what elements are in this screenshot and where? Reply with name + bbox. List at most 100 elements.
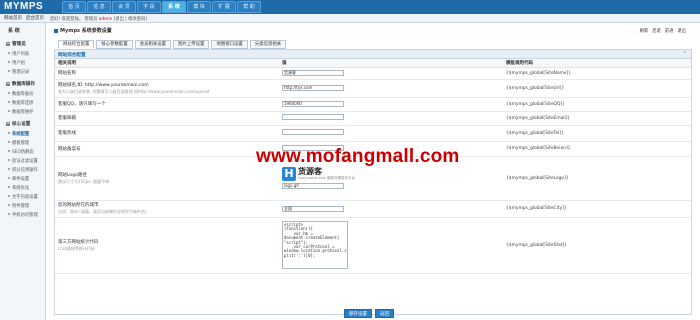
setting-input[interactable]: http://tyx.com bbox=[282, 85, 344, 91]
setting-description: 客服QQ，请只填写一个 bbox=[55, 97, 279, 112]
sidebar-item[interactable]: 用户列表 bbox=[0, 49, 45, 58]
logo-letter-icon: H bbox=[282, 167, 296, 181]
template-code: {$mymps_global[SiteTel]} bbox=[503, 125, 691, 142]
setting-value-cell: 5984000 bbox=[279, 97, 503, 112]
header-link[interactable]: 退出 bbox=[677, 29, 686, 34]
sidebar-group-header[interactable]: 管理员 bbox=[0, 36, 45, 49]
sidebar-item[interactable]: 附件管理 bbox=[0, 201, 45, 210]
collapse-icon[interactable] bbox=[6, 122, 10, 126]
template-code: {$mymps_global[SiteCity]} bbox=[503, 200, 691, 218]
logo-tagline: 微商货源发布平台 bbox=[327, 176, 355, 180]
sub-bar: 网站首页 后台首页 您好! 欢迎登陆。 管理员 admin [退出 | 修改密码… bbox=[0, 14, 700, 23]
header-row: Mymps 系统参数设置 刷新 后退 前进 退出 bbox=[50, 26, 690, 35]
table-header-row: 相关说明 值 模板调用代码 bbox=[55, 59, 691, 68]
setting-hint: 建议尺寸为150px, 图要不带 bbox=[58, 178, 110, 184]
top-nav-tab[interactable]: 字 段 bbox=[137, 1, 161, 13]
template-code: {$mymps_global[SiteBeian]} bbox=[503, 141, 691, 157]
sidebar-item[interactable]: 数据库备份 bbox=[0, 89, 45, 98]
column-header-value: 值 bbox=[279, 59, 503, 68]
sidebar-item[interactable]: 数据库还原 bbox=[0, 98, 45, 107]
sidebar-item[interactable]: 数据库维护 bbox=[0, 107, 45, 116]
table-row: 您的网站所在的城市 比如：郑州 (请填，请用当前城市全称作为城市名) 全国 {$mym… bbox=[55, 200, 691, 218]
sidebar-item[interactable]: 系统优化 bbox=[0, 183, 45, 192]
setting-input[interactable]: logo.gif bbox=[282, 183, 344, 189]
setting-description: 网站名称 bbox=[55, 67, 279, 80]
sidebar-group-header[interactable]: 核心设置 bbox=[0, 116, 45, 129]
form-buttons: 保存设置 返回 bbox=[344, 309, 397, 318]
sidebar-item[interactable]: 手机访问管理 bbox=[0, 210, 45, 219]
collapse-icon[interactable] bbox=[6, 82, 10, 86]
setting-label: 网站备案号 bbox=[58, 146, 81, 152]
top-nav-tab[interactable]: 扩 展 bbox=[212, 1, 236, 13]
logo-preview: H 货源客 huoyuanke.com 微商货源发布平台 bbox=[282, 167, 503, 181]
setting-input[interactable] bbox=[282, 114, 344, 120]
back-button[interactable]: 返回 bbox=[375, 309, 394, 318]
tab-settings[interactable]: 图片上传设置 bbox=[173, 40, 210, 49]
top-nav-tab[interactable]: 首 页 bbox=[62, 1, 86, 13]
table-row: 客服邮箱 {$mymps_global[SiteEmail]} bbox=[55, 111, 691, 126]
sidebar-group-label: 核心设置 bbox=[12, 122, 31, 127]
sidebar-item[interactable]: 系统配置 bbox=[0, 129, 45, 138]
template-code: {$mymps_global[SiteLogo]} bbox=[503, 156, 691, 201]
table-row: 网站名称 货源客 {$mymps_global[SiteName]} bbox=[55, 67, 691, 80]
setting-hint: cnzz量统等统计代码 bbox=[58, 245, 95, 251]
admin-home-link[interactable]: 后台首页 bbox=[26, 15, 44, 21]
tab-settings[interactable]: 核心参数配置 bbox=[96, 40, 133, 49]
sidebar-item[interactable]: SEO伪静态 bbox=[0, 147, 45, 156]
watermark: www.mofangmall.com bbox=[256, 146, 460, 167]
header-link[interactable]: 刷新 bbox=[640, 29, 649, 34]
template-code: {$mymps_global[SiteName]} bbox=[503, 67, 691, 80]
setting-description: 您的网站所在的城市 比如：郑州 (请填，请用当前城市全称作为城市名) bbox=[55, 200, 279, 218]
collapse-caret-icon[interactable]: ⌃ bbox=[683, 51, 687, 57]
app-logo: MYMPS bbox=[4, 1, 44, 12]
setting-label: 客服QQ，请只填写一个 bbox=[58, 102, 106, 107]
setting-value-cell: <script> (function(){ var hm = document.… bbox=[279, 217, 503, 274]
sidebar-item[interactable]: 邮件设置 bbox=[0, 174, 45, 183]
top-bar: MYMPS 首 页信 息会 员字 段系 统模 块扩 展帮 助 bbox=[0, 0, 700, 14]
top-nav-tab[interactable]: 模 块 bbox=[187, 1, 211, 13]
stat-code-textarea[interactable]: <script> (function(){ var hm = document.… bbox=[282, 221, 348, 269]
site-home-link[interactable]: 网站首页 bbox=[4, 15, 22, 21]
setting-input[interactable]: 全国 bbox=[282, 205, 344, 212]
sidebar-item[interactable]: 积分信用操作 bbox=[0, 165, 45, 174]
setting-input[interactable] bbox=[282, 129, 344, 135]
sidebar-item[interactable]: 模板管理 bbox=[0, 138, 45, 147]
setting-label: 第三方网站统计代码 bbox=[58, 239, 99, 245]
header-link[interactable]: 后退 bbox=[652, 29, 661, 34]
setting-input[interactable]: 5984000 bbox=[282, 101, 344, 107]
sidebar-item[interactable]: 文字内容设置 bbox=[0, 192, 45, 201]
tab-settings[interactable]: 地图接口设置 bbox=[211, 40, 248, 49]
page-title: Mymps 系统参数设置 bbox=[54, 27, 112, 34]
tab-settings[interactable]: 网站综合配置 bbox=[58, 40, 95, 49]
sidebar-groups: 管理员 用户列表 用户组 管理记录 数据库操作 数据库备份 数据库还原 数据库维护核心设置系统… bbox=[0, 36, 45, 219]
setting-label: 网站域名,如: http://www.yourdomain.com bbox=[58, 82, 149, 88]
sidebar-item[interactable]: 管理记录 bbox=[0, 67, 45, 76]
top-nav-tab[interactable]: 帮 助 bbox=[237, 1, 261, 13]
sidebar-item[interactable]: 用户组 bbox=[0, 58, 45, 67]
header-link[interactable]: 前进 bbox=[665, 29, 674, 34]
sidebar-item[interactable]: 验证过滤设置 bbox=[0, 156, 45, 165]
setting-value-cell: 全国 bbox=[279, 200, 503, 218]
setting-hint: 比如：郑州 (请填，请用当前城市全称作为城市名) bbox=[58, 209, 147, 214]
collapse-icon[interactable] bbox=[6, 42, 10, 46]
setting-description: 网站Logo路径 建议尺寸为150px, 图要不带 bbox=[55, 156, 279, 201]
setting-description: 网站域名,如: http://www.yourdomain.com 若为二级目录安… bbox=[55, 79, 279, 98]
top-nav-tab[interactable]: 系 统 bbox=[162, 1, 186, 13]
setting-label: 网站Logo路径 bbox=[58, 172, 87, 178]
template-code: {$mymps_global[SiteEmail]} bbox=[503, 111, 691, 126]
save-button[interactable]: 保存设置 bbox=[344, 309, 372, 318]
setting-label: 您的网站所在的城市 bbox=[58, 203, 99, 208]
table-row: 客服QQ，请只填写一个 5984000 {$mymps_global[SiteQQ]… bbox=[55, 97, 691, 112]
top-nav-tab[interactable]: 信 息 bbox=[87, 1, 111, 13]
setting-value-cell: 货源客 bbox=[279, 67, 503, 80]
section-header: 网站综合配置 ⌃ bbox=[55, 50, 691, 59]
setting-input[interactable]: 货源客 bbox=[282, 70, 344, 76]
username: admin bbox=[98, 17, 113, 22]
tab-settings[interactable]: 会员相关设置 bbox=[134, 40, 172, 49]
sidebar-group-header[interactable]: 数据库操作 bbox=[0, 76, 45, 89]
header-links: 刷新 后退 前进 退出 bbox=[636, 28, 686, 34]
template-code: {$mymps_global[SiteStat]} bbox=[503, 217, 691, 274]
column-header-code: 模板调用代码 bbox=[503, 59, 691, 68]
top-nav-tab[interactable]: 会 员 bbox=[112, 1, 136, 13]
tab-settings[interactable]: 分类信息相关 bbox=[249, 40, 287, 49]
